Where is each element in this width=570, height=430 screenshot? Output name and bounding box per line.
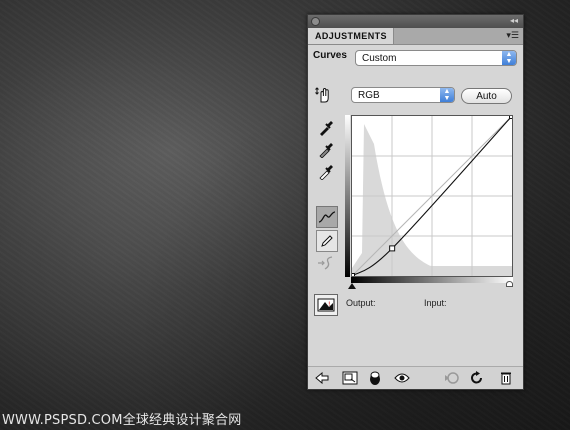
eye-visibility-icon[interactable] [394, 370, 410, 386]
input-label: Input: [424, 298, 447, 308]
output-gradient-bar [345, 115, 350, 277]
adjustments-panel: ◂◂ ADJUSTMENTS ▾☰ Curves Custom ▲ ▼ RGB ▲… [307, 14, 524, 390]
output-label: Output: [346, 298, 376, 308]
expanded-view-icon[interactable] [342, 370, 358, 386]
curve-control-point[interactable] [509, 113, 515, 119]
collapse-icon[interactable]: ◂◂ [510, 16, 518, 25]
show-clipping-icon[interactable]: ! [314, 294, 338, 316]
gray-point-eyedropper-icon[interactable] [316, 140, 336, 160]
pencil-draw-tool-icon[interactable] [316, 230, 338, 252]
panel-bottom-toolbar [308, 366, 523, 389]
curve-control-point[interactable] [349, 273, 355, 279]
preset-label: Curves [313, 50, 347, 61]
black-input-slider-icon[interactable] [348, 283, 356, 289]
panel-tabbar: ADJUSTMENTS ▾☰ [308, 28, 523, 45]
targeted-adjustment-hand-icon[interactable] [313, 85, 333, 105]
return-arrow-icon[interactable] [314, 370, 330, 386]
trash-icon[interactable] [498, 370, 514, 386]
watermark-text: WWW.PSPSD.COM全球经典设计聚合网 [2, 413, 242, 428]
channel-select-value: RGB [358, 90, 380, 101]
select-arrows-icon: ▲ ▼ [502, 51, 516, 65]
tab-adjustments[interactable]: ADJUSTMENTS [308, 28, 394, 44]
white-point-eyedropper-icon[interactable] [316, 162, 336, 182]
clip-to-layer-icon[interactable] [367, 370, 383, 386]
channel-select[interactable]: RGB ▲ ▼ [351, 87, 455, 103]
reset-icon[interactable] [469, 370, 485, 386]
curve-control-point[interactable] [389, 245, 396, 252]
panel-titlebar[interactable]: ◂◂ [308, 15, 523, 28]
white-input-slider-icon[interactable] [506, 281, 513, 287]
smooth-curve-icon[interactable] [316, 253, 336, 273]
close-icon[interactable] [311, 17, 320, 26]
curves-graph[interactable] [349, 113, 515, 279]
curve-point-tool-icon[interactable] [316, 206, 338, 228]
panel-menu-icon[interactable]: ▾☰ [506, 30, 519, 41]
preset-select[interactable]: Custom ▲ ▼ [355, 50, 517, 66]
input-gradient-bar [351, 277, 513, 283]
preset-select-value: Custom [362, 53, 397, 64]
auto-button[interactable]: Auto [461, 88, 512, 104]
view-previous-state-icon[interactable] [444, 370, 460, 386]
select-arrows-icon: ▲ ▼ [440, 88, 454, 102]
black-point-eyedropper-icon[interactable] [316, 118, 336, 138]
svg-text:!: ! [328, 301, 330, 308]
